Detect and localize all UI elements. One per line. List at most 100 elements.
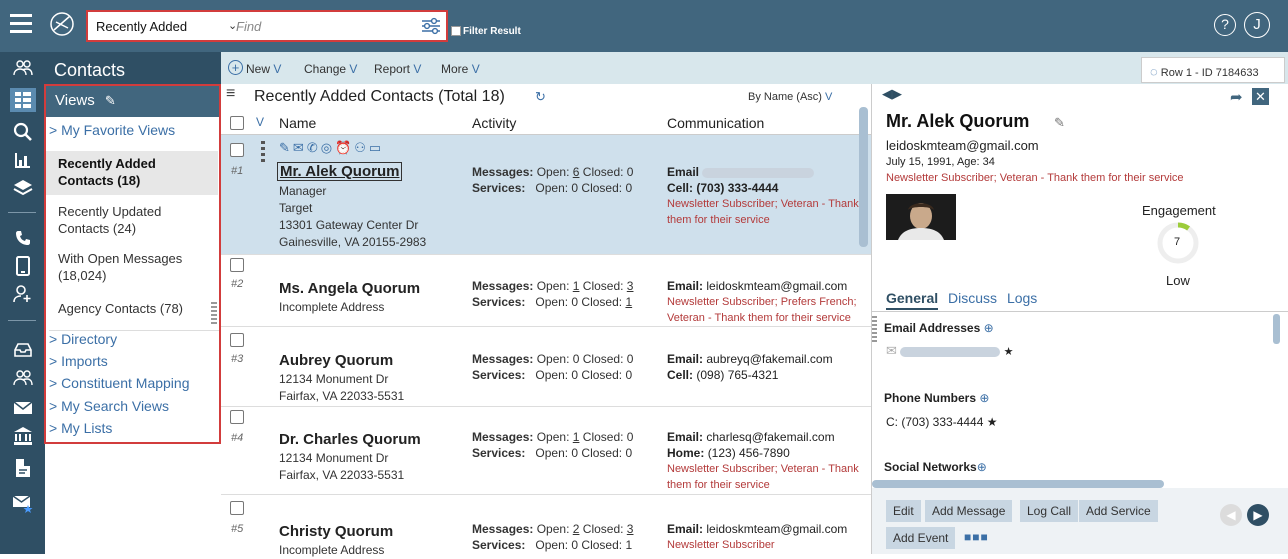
bulk-select-chevron-icon[interactable]: V xyxy=(256,115,264,129)
activity-summary: Messages: Open: 2 Closed: 3 Services: Op… xyxy=(472,522,634,552)
log-call-button[interactable]: Log Call xyxy=(1020,500,1079,522)
row-checkbox[interactable] xyxy=(230,501,244,515)
envelope-icon: ✉ xyxy=(886,343,897,358)
sort-dropdown[interactable]: By Name (Asc) V xyxy=(748,91,832,103)
add-event-button[interactable]: Add Event xyxy=(886,527,956,549)
assign-person-icon[interactable]: ⚇ xyxy=(354,140,369,155)
views-grid-icon[interactable] xyxy=(10,88,36,112)
row-checkbox[interactable] xyxy=(230,258,244,272)
add-circle-icon[interactable]: + xyxy=(228,60,243,75)
contacts-list: ≡ Recently Added Contacts (Total 18) ↻ B… xyxy=(221,84,871,557)
table-row[interactable]: #2 Ms. Angela Quorum Incomplete Address … xyxy=(221,255,871,327)
new-button[interactable]: New V xyxy=(246,62,281,76)
add-person-icon[interactable] xyxy=(10,282,36,306)
groups-people-icon[interactable] xyxy=(10,366,36,390)
list-scrollbar-thumb[interactable] xyxy=(859,107,868,247)
filter-settings-icon[interactable] xyxy=(420,15,442,37)
next-record-icon[interactable]: ▶ xyxy=(1247,504,1269,526)
contacts-header: Contacts xyxy=(45,52,221,84)
view-select[interactable]: Recently Added xyxy=(96,19,187,34)
phone-icon[interactable]: ✆ xyxy=(307,140,321,155)
detail-tags: Newsletter Subscriber; Veteran - Thank t… xyxy=(886,172,1184,184)
hamburger-menu-icon[interactable] xyxy=(10,14,32,34)
row-checkbox[interactable] xyxy=(230,410,244,424)
add-message-button[interactable]: Add Message xyxy=(925,500,1013,522)
contact-name-link[interactable]: Dr. Charles Quorum xyxy=(279,431,421,448)
add-social-icon[interactable]: ⊕ xyxy=(977,460,987,474)
bill-document-icon[interactable] xyxy=(10,456,36,480)
target-icon[interactable]: ◎ xyxy=(321,140,335,155)
row-number: #4 xyxy=(231,432,244,444)
panel-drag-handle[interactable] xyxy=(872,316,877,342)
redacted-email xyxy=(702,167,815,178)
tab-logs[interactable]: Logs xyxy=(1007,290,1037,306)
activity-summary: Messages: Open: 1 Closed: 3 Services: Op… xyxy=(472,279,634,309)
contacts-people-icon[interactable] xyxy=(10,56,36,80)
user-avatar[interactable]: J xyxy=(1244,12,1270,38)
redacted-email xyxy=(900,346,1001,357)
email-icon[interactable]: ✉ xyxy=(293,140,307,155)
phone-call-icon[interactable] xyxy=(10,226,36,250)
row-checkbox[interactable] xyxy=(230,143,244,157)
more-button[interactable]: More V xyxy=(441,62,480,76)
calendar-icon[interactable]: ▭ xyxy=(369,140,384,155)
contact-name-link[interactable]: Christy Quorum xyxy=(279,523,393,540)
contact-details: 12134 Monument Dr Fairfax, VA 22033-5531 xyxy=(279,451,405,482)
help-icon[interactable]: ? xyxy=(1214,14,1236,36)
tab-discuss[interactable]: Discuss xyxy=(948,290,997,306)
tab-general[interactable]: General xyxy=(886,290,939,310)
find-input[interactable]: Find xyxy=(236,12,416,40)
detail-scrollbar-thumb[interactable] xyxy=(1273,314,1280,344)
close-icon[interactable]: ✕ xyxy=(1252,88,1269,105)
activity-summary: Messages: Open: 0 Closed: 0 Services: Op… xyxy=(472,352,634,382)
more-actions-icon[interactable]: ■■■ xyxy=(964,530,989,544)
add-phone-icon[interactable]: ⊕ xyxy=(979,391,989,405)
inbox-icon[interactable] xyxy=(10,338,36,362)
layers-icon[interactable] xyxy=(10,176,36,200)
expand-arrows-icon[interactable]: ◀▶ xyxy=(882,86,902,102)
edit-name-pencil-icon[interactable]: ✎ xyxy=(1054,115,1065,131)
change-button[interactable]: Change V xyxy=(304,62,357,76)
column-header-communication[interactable]: Communication xyxy=(667,115,764,131)
detail-email: leidoskmteam@gmail.com xyxy=(886,138,1039,153)
mail-icon[interactable] xyxy=(10,396,36,420)
prev-record-icon[interactable]: ◀ xyxy=(1220,504,1242,526)
phone-entry: C: (703) 333-4444 ★ xyxy=(886,415,998,429)
column-header-name[interactable]: Name xyxy=(279,115,316,131)
reports-chart-icon[interactable] xyxy=(10,148,36,172)
detail-hscrollbar[interactable] xyxy=(872,480,1164,488)
mobile-device-icon[interactable] xyxy=(10,254,36,278)
table-row[interactable]: #5 Christy Quorum Incomplete Address Mes… xyxy=(221,495,871,557)
alarm-clock-icon[interactable]: ⏰ xyxy=(335,140,354,155)
row-drag-handle[interactable] xyxy=(261,141,265,165)
email-entry: ✉ ★ xyxy=(886,343,1013,359)
primary-star-icon: ★ xyxy=(1003,346,1014,358)
refresh-icon[interactable]: ↻ xyxy=(535,89,546,105)
contact-name-link[interactable]: Ms. Angela Quorum xyxy=(279,280,420,297)
communication-summary: Email: leidoskmteam@gmail.com Newsletter… xyxy=(667,522,848,551)
edit-button[interactable]: Edit xyxy=(886,500,921,522)
report-button[interactable]: Report V xyxy=(374,62,421,76)
table-row[interactable]: #1 ✎✉✆◎⏰⚇▭ Mr. Alek Quorum Manager Target… xyxy=(221,107,871,255)
row-checkbox[interactable] xyxy=(230,333,244,347)
add-service-button[interactable]: Add Service xyxy=(1079,500,1158,522)
table-row[interactable]: #4 Dr. Charles Quorum 12134 Monument Dr F… xyxy=(221,407,871,495)
search-icon[interactable] xyxy=(10,120,36,144)
mail-star-icon[interactable] xyxy=(10,492,36,516)
refresh-circle-icon: ◌ xyxy=(1150,64,1158,79)
table-row[interactable]: #3 Aubrey Quorum 12134 Monument Dr Fairfa… xyxy=(221,327,871,407)
contact-name-link[interactable]: Mr. Alek Quorum xyxy=(277,162,403,181)
contact-photo xyxy=(886,194,956,240)
detail-tabs: General Discuss Logs xyxy=(886,290,1037,310)
contact-name-link[interactable]: Aubrey Quorum xyxy=(279,352,393,369)
government-building-icon[interactable] xyxy=(10,424,36,448)
select-all-checkbox[interactable] xyxy=(230,116,244,130)
add-email-icon[interactable]: ⊕ xyxy=(984,321,994,335)
social-networks-heading: Social Networks⊕ xyxy=(884,460,987,474)
filter-result-checkbox[interactable] xyxy=(451,26,461,36)
views-highlight-box xyxy=(44,84,221,444)
column-header-activity[interactable]: Activity xyxy=(472,115,516,131)
share-icon[interactable]: ➦ xyxy=(1230,88,1243,106)
edit-icon[interactable]: ✎ xyxy=(279,140,293,155)
list-menu-icon[interactable]: ≡ xyxy=(226,85,235,103)
